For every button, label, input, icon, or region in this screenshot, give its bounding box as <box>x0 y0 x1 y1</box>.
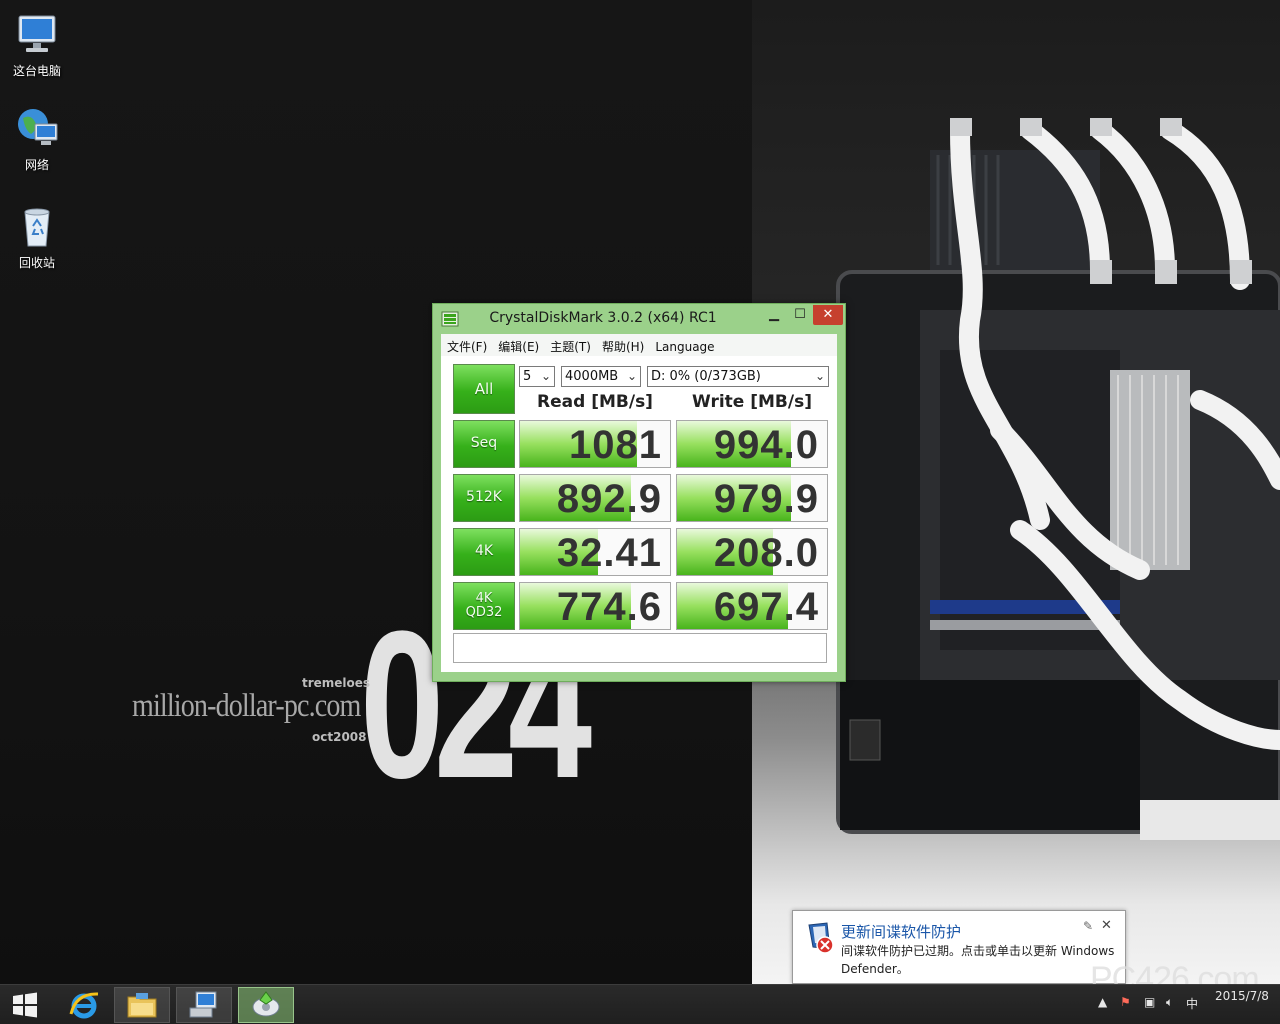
pin-icon[interactable]: ✎ <box>1083 919 1093 933</box>
maximize-button[interactable]: ☐ <box>787 305 813 325</box>
volume-icon[interactable]: 🔈︎ <box>1166 995 1173 1010</box>
network-icon <box>18 109 58 145</box>
512k-read-cell: 892.9 <box>519 474 671 522</box>
test-size-value: 4000MB <box>565 369 619 384</box>
crystaldiskmark-icon <box>252 991 280 1017</box>
input-method-icon[interactable]: 中 <box>1186 995 1198 1012</box>
notification-close-button[interactable]: ✕ <box>1101 918 1112 933</box>
clock-date: 2015/7/8 <box>1215 989 1269 1003</box>
chevron-down-icon: ⌄ <box>540 369 551 383</box>
recycle-bin-icon <box>24 208 50 247</box>
desktop-icon-network[interactable]: 网络 <box>0 104 74 173</box>
4k-write-cell: 208.0 <box>676 528 828 576</box>
network-adapter-icon <box>189 991 217 1018</box>
4k-qd32-label: 4K QD32 <box>465 590 503 620</box>
chevron-down-icon: ⌄ <box>626 369 637 383</box>
taskbar-file-explorer[interactable] <box>114 987 170 1023</box>
wallpaper-site: million-dollar-pc.com <box>132 688 361 724</box>
desktop-icon-label: 这台电脑 <box>12 64 61 78</box>
test-count-select[interactable]: 5 ⌄ <box>519 366 555 387</box>
4k-qd32-write-cell: 697.4 <box>676 582 828 630</box>
menu-edit[interactable]: 编辑(E) <box>492 334 544 355</box>
taskbar-internet-explorer[interactable] <box>56 987 112 1023</box>
ie-icon <box>69 992 99 1019</box>
seq-write-value: 994.0 <box>713 423 819 467</box>
seq-read-cell: 1081 <box>519 420 671 468</box>
show-hidden-icons-icon[interactable]: ▲ <box>1098 995 1107 1009</box>
4k-read-cell: 32.41 <box>519 528 671 576</box>
wallpaper-tagline-bottom: oct2008 <box>312 730 367 744</box>
menu-file[interactable]: 文件(F) <box>441 334 492 355</box>
all-button[interactable]: All <box>453 364 515 414</box>
512k-button[interactable]: 512K <box>453 474 515 522</box>
clock[interactable]: 2015/7/8 <box>1204 987 1280 1005</box>
menu-language[interactable]: Language <box>649 336 719 354</box>
computer-icon <box>18 15 56 52</box>
notification-body: 间谍软件防护已过期。点击或单击以更新 Windows Defender。 <box>841 944 1115 976</box>
4k-button[interactable]: 4K <box>453 528 515 576</box>
title-bar[interactable]: CrystalDiskMark 3.0.2 (x64) RC1 ▁ ☐ ✕ <box>433 304 845 334</box>
crystaldiskmark-window: CrystalDiskMark 3.0.2 (x64) RC1 ▁ ☐ ✕ 文件… <box>432 303 846 682</box>
start-button[interactable] <box>0 987 50 1023</box>
taskbar-network-adapter[interactable] <box>176 987 232 1023</box>
4k-qd32-read-value: 774.6 <box>556 585 662 629</box>
benchmark-panel: All 5 ⌄ 4000MB ⌄ D: 0% (0/373GB) ⌄ Read … <box>441 356 837 672</box>
desktop-icon-label: 网络 <box>24 158 49 172</box>
desktop-icon-recycle-bin[interactable]: 回收站 <box>0 202 74 271</box>
4k-qd32-write-value: 697.4 <box>713 585 819 629</box>
menu-bar: 文件(F) 编辑(E) 主题(T) 帮助(H) Language <box>441 334 837 356</box>
system-tray: ▲ ⚑ ▣ 🔈︎ 中 <box>1098 985 1204 1024</box>
defender-warning-icon <box>808 922 834 954</box>
seq-read-value: 1081 <box>569 423 662 467</box>
test-count-value: 5 <box>523 369 532 384</box>
window-title: CrystalDiskMark 3.0.2 (x64) RC1 <box>489 310 717 326</box>
read-header: Read [MB/s] <box>537 392 653 412</box>
seq-button[interactable]: Seq <box>453 420 515 468</box>
desktop-icon-this-pc[interactable]: 这台电脑 <box>0 10 74 79</box>
menu-theme[interactable]: 主题(T) <box>544 334 596 355</box>
defender-notification[interactable]: 更新间谍软件防护 间谍软件防护已过期。点击或单击以更新 Windows Defe… <box>792 910 1126 984</box>
taskbar-crystaldiskmark[interactable] <box>238 987 294 1023</box>
test-size-select[interactable]: 4000MB ⌄ <box>561 366 641 387</box>
drive-select[interactable]: D: 0% (0/373GB) ⌄ <box>647 366 829 387</box>
4k-qd32-read-cell: 774.6 <box>519 582 671 630</box>
status-comment-field[interactable] <box>453 633 827 663</box>
close-button[interactable]: ✕ <box>813 305 843 325</box>
start-icon <box>13 992 37 1018</box>
notification-title: 更新间谍软件防护 <box>841 923 962 941</box>
4k-write-value: 208.0 <box>713 531 819 575</box>
512k-read-value: 892.9 <box>556 477 662 521</box>
minimize-button[interactable]: ▁ <box>761 305 787 325</box>
menu-help[interactable]: 帮助(H) <box>596 334 649 355</box>
pc-case-image <box>836 118 1280 840</box>
file-explorer-icon <box>127 993 157 1018</box>
drive-value: D: 0% (0/373GB) <box>651 369 761 384</box>
action-center-icon[interactable]: ⚑ <box>1120 995 1131 1009</box>
write-header: Write [MB/s] <box>692 392 812 412</box>
seq-write-cell: 994.0 <box>676 420 828 468</box>
512k-write-value: 979.9 <box>713 477 819 521</box>
4k-qd32-button[interactable]: 4K QD32 <box>453 582 515 630</box>
chevron-down-icon: ⌄ <box>814 369 825 383</box>
4k-read-value: 32.41 <box>556 531 662 575</box>
desktop-icon-label: 回收站 <box>18 256 55 270</box>
network-status-icon[interactable]: ▣ <box>1144 995 1155 1009</box>
taskbar: ▲ ⚑ ▣ 🔈︎ 中 2015/7/8 <box>0 984 1280 1024</box>
512k-write-cell: 979.9 <box>676 474 828 522</box>
